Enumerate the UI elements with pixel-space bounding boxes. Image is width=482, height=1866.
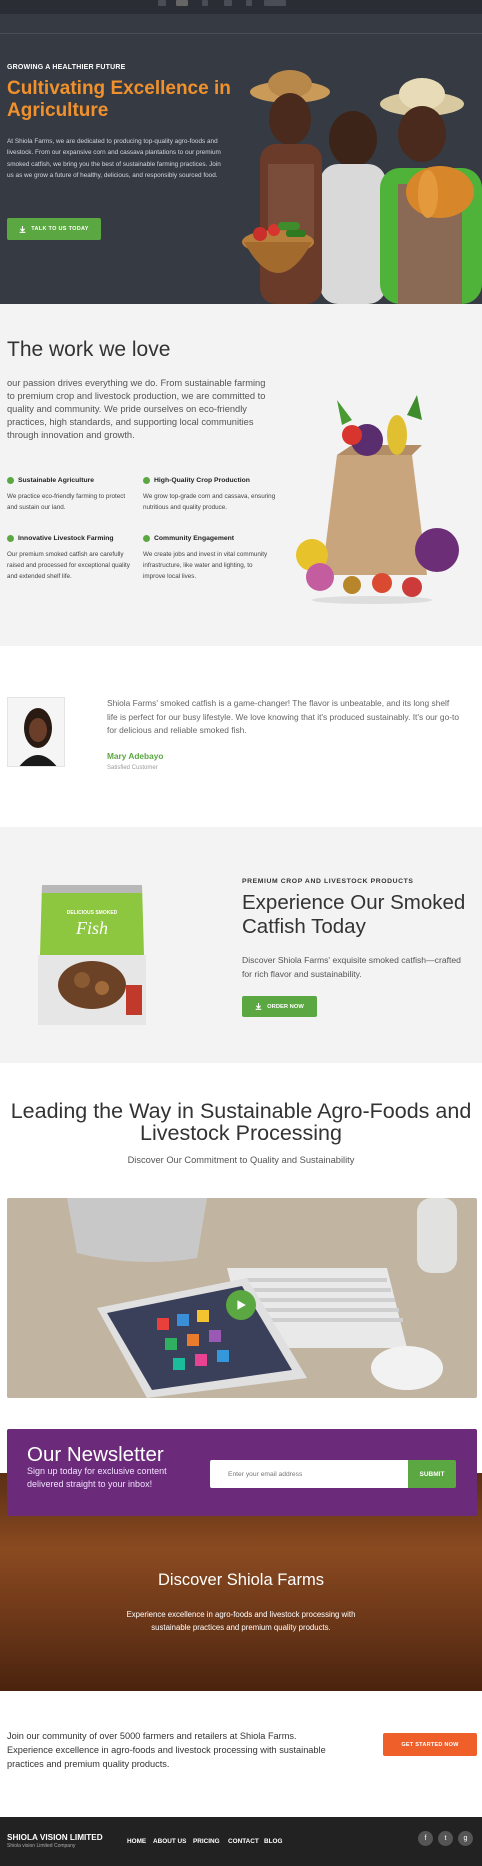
twitter-icon[interactable]: t bbox=[438, 1831, 453, 1846]
footer-nav-home[interactable]: HOME bbox=[127, 1838, 146, 1845]
discover-title: Discover Shiola Farms bbox=[158, 1571, 324, 1589]
feature-item: Community Engagement We create jobs and … bbox=[143, 535, 268, 583]
feature-text: We grow top-grade corn and cassava, ensu… bbox=[143, 493, 276, 512]
feature-title: Sustainable Agriculture bbox=[18, 477, 95, 484]
package-label-big: Fish bbox=[75, 918, 108, 938]
download-icon bbox=[19, 225, 26, 233]
feature-item: High-Quality Crop Production We grow top… bbox=[143, 477, 278, 513]
toolbar-icon[interactable] bbox=[246, 0, 252, 6]
talk-to-us-button[interactable]: TALK TO US TODAY bbox=[7, 218, 101, 240]
farmers-image bbox=[242, 70, 482, 304]
footer-nav-pricing[interactable]: PRICING bbox=[193, 1838, 220, 1845]
facebook-icon[interactable]: f bbox=[418, 1831, 433, 1846]
hero-section: GROWING A HEALTHIER FUTURE Cultivating E… bbox=[0, 14, 482, 304]
leading-subtitle: Discover Our Commitment to Quality and S… bbox=[127, 1155, 355, 1165]
footer-copy: Shiola vision Limited Company bbox=[7, 1843, 76, 1849]
play-icon bbox=[237, 1300, 246, 1310]
hero-title: Cultivating Excellence in Agriculture bbox=[7, 78, 231, 121]
feature-title: Innovative Livestock Farming bbox=[18, 535, 114, 542]
newsletter-title: Our Newsletter bbox=[27, 1443, 164, 1466]
footer-nav-contact[interactable]: CONTACT bbox=[228, 1838, 259, 1845]
testimonial-role: Satisfied Customer bbox=[107, 765, 158, 771]
customer-avatar bbox=[7, 697, 65, 767]
customer-photo bbox=[19, 708, 57, 766]
package-label-small: DELICIOUS SMOKED bbox=[66, 910, 118, 916]
get-started-button[interactable]: GET STARTED NOW bbox=[383, 1733, 477, 1756]
feature-item: Innovative Livestock Farming Our premium… bbox=[7, 535, 132, 583]
hero-kicker: GROWING A HEALTHIER FUTURE bbox=[7, 64, 126, 71]
community-icon bbox=[143, 535, 150, 542]
top-toolbar bbox=[0, 0, 482, 14]
vegetable-bag-image bbox=[296, 395, 459, 604]
discover-text: Experience excellence in agro-foods and … bbox=[126, 1610, 356, 1632]
leaf-icon bbox=[7, 477, 14, 484]
testimonial-quote: Shiola Farms' smoked catfish is a game-c… bbox=[107, 698, 460, 736]
feature-item: Sustainable Agriculture We practice eco-… bbox=[7, 477, 132, 513]
footer-nav-about[interactable]: ABOUT US bbox=[153, 1838, 186, 1845]
leading-title: Leading the Way in Sustainable Agro-Food… bbox=[10, 1099, 472, 1145]
community-text: Join our community of over 5000 farmers … bbox=[7, 1731, 326, 1769]
testimonial-name: Mary Adebayo bbox=[107, 751, 164, 761]
livestock-icon bbox=[7, 535, 14, 542]
hero-text: At Shiola Farms, we are dedicated to pro… bbox=[7, 138, 221, 179]
feature-text: We practice eco-friendly farming to prot… bbox=[7, 493, 126, 512]
fish-package-art bbox=[38, 885, 146, 1025]
toolbar-icon-active[interactable] bbox=[176, 0, 188, 6]
order-now-button[interactable]: ORDER NOW bbox=[242, 996, 317, 1017]
feature-text: Our premium smoked catfish are carefully… bbox=[7, 551, 130, 581]
newsletter-subtitle: Sign up today for exclusive content deli… bbox=[27, 1466, 167, 1489]
work-title: The work we love bbox=[7, 338, 171, 361]
fish-package-image: DELICIOUS SMOKED Fish bbox=[30, 880, 155, 1035]
footer-nav-blog[interactable]: BLOG bbox=[264, 1838, 282, 1845]
newsletter-email-input[interactable] bbox=[210, 1460, 408, 1488]
talk-to-us-label: TALK TO US TODAY bbox=[31, 226, 89, 232]
work-text: our passion drives everything we do. Fro… bbox=[7, 378, 266, 440]
download-icon bbox=[255, 1003, 262, 1010]
hero-divider bbox=[0, 33, 482, 34]
toolbar-icon[interactable] bbox=[202, 0, 208, 6]
google-plus-icon[interactable]: g bbox=[458, 1831, 473, 1846]
feature-text: We create jobs and invest in vital commu… bbox=[143, 551, 268, 581]
feature-title: Community Engagement bbox=[154, 535, 235, 542]
newsletter-submit-button[interactable]: SUBMIT bbox=[408, 1460, 456, 1488]
order-now-label: ORDER NOW bbox=[267, 1003, 304, 1010]
footer-brand[interactable]: SHIOLA VISION LIMITED bbox=[7, 1833, 103, 1842]
catfish-title: Experience Our Smoked Catfish Today bbox=[242, 891, 466, 938]
catfish-text: Discover Shiola Farms' exquisite smoked … bbox=[242, 955, 461, 979]
toolbar-icon[interactable] bbox=[158, 0, 166, 6]
crop-icon bbox=[143, 477, 150, 484]
feature-title: High-Quality Crop Production bbox=[154, 477, 250, 484]
play-button[interactable] bbox=[226, 1290, 256, 1320]
toolbar-icon[interactable] bbox=[224, 0, 232, 6]
catfish-kicker: PREMIUM CROP AND LIVESTOCK PRODUCTS bbox=[242, 878, 414, 885]
toolbar-readout bbox=[264, 0, 286, 6]
